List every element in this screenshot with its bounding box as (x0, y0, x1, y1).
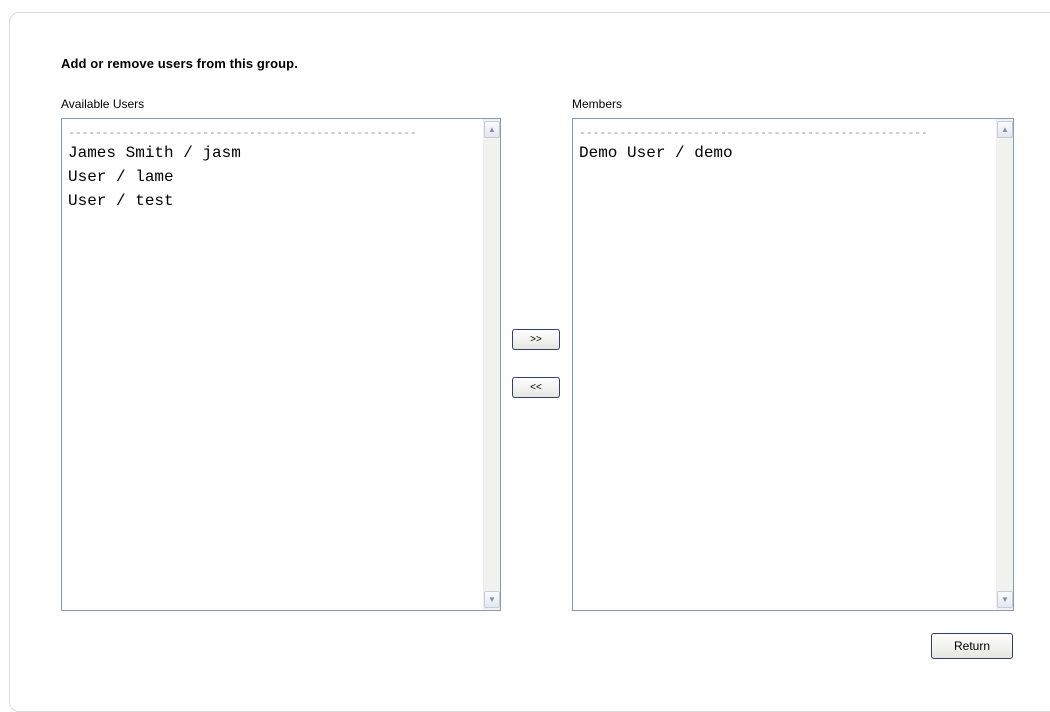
list-separator: ----------------------------------------… (579, 126, 928, 140)
list-item[interactable]: User / test (68, 189, 477, 213)
available-users-options: ----------------------------------------… (62, 119, 483, 610)
add-to-members-button[interactable]: >> (512, 329, 560, 350)
list-separator: ----------------------------------------… (68, 126, 417, 140)
scroll-up-arrow-icon[interactable]: ▲ (997, 121, 1013, 138)
scroll-up-arrow-icon[interactable]: ▲ (484, 121, 500, 138)
list-item[interactable]: James Smith / jasm (68, 141, 477, 165)
return-button[interactable]: Return (931, 633, 1013, 659)
members-label: Members (572, 97, 623, 111)
members-list[interactable]: ----------------------------------------… (572, 118, 1014, 611)
scroll-down-arrow-icon[interactable]: ▼ (484, 591, 500, 608)
remove-from-members-button[interactable]: << (512, 377, 560, 398)
page-heading: Add or remove users from this group. (61, 56, 298, 71)
scroll-down-arrow-icon[interactable]: ▼ (997, 591, 1013, 608)
available-users-list[interactable]: ----------------------------------------… (61, 118, 501, 611)
available-users-label: Available Users (61, 97, 145, 111)
list-item[interactable]: User / lame (68, 165, 477, 189)
members-scrollbar[interactable]: ▲ ▼ (996, 119, 1013, 610)
available-users-scrollbar[interactable]: ▲ ▼ (483, 119, 500, 610)
members-options: ----------------------------------------… (573, 119, 996, 610)
list-item[interactable]: Demo User / demo (579, 141, 990, 165)
